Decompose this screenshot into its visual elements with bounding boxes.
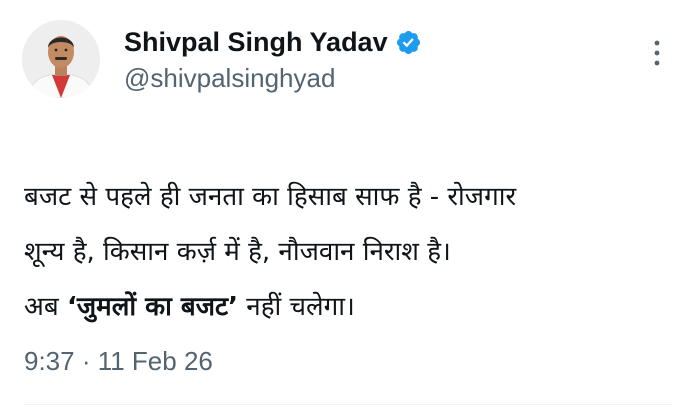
tweet-text-segment: नहीं चलेगा। — [238, 292, 355, 322]
divider — [24, 404, 672, 405]
avatar[interactable] — [22, 20, 100, 98]
tweet-text-line: शून्य है, किसान कर्ज़ में है, नौजवान निर… — [24, 237, 451, 267]
tweet-emphasis-text: ‘जुमलों का बजट’ — [66, 292, 238, 322]
author-handle[interactable]: @shivpalsinghyad — [124, 63, 335, 93]
author-name-row[interactable]: Shivpal Singh Yadav — [124, 26, 422, 58]
more-options-button[interactable] — [640, 36, 674, 70]
tweet-text-line: बजट से पहले ही जनता का हिसाब साफ है - रो… — [24, 182, 517, 212]
tweet-timestamp[interactable]: 9:37 · 11 Feb 26 — [24, 345, 213, 377]
tweet-text-line: अब ‘जुमलों का बजट’ नहीं चलेगा। — [24, 280, 684, 335]
tweet-text: बजट से पहले ही जनता का हिसाब साफ है - रो… — [24, 170, 684, 335]
tweet-text-segment: अब — [24, 292, 67, 322]
tweet-card: Shivpal Singh Yadav @shivpalsinghyad बजट… — [0, 0, 696, 408]
author-name[interactable]: Shivpal Singh Yadav — [124, 26, 388, 58]
profile-photo-icon — [22, 20, 100, 98]
verified-badge-icon — [395, 29, 422, 56]
vertical-ellipsis-icon — [654, 40, 660, 66]
